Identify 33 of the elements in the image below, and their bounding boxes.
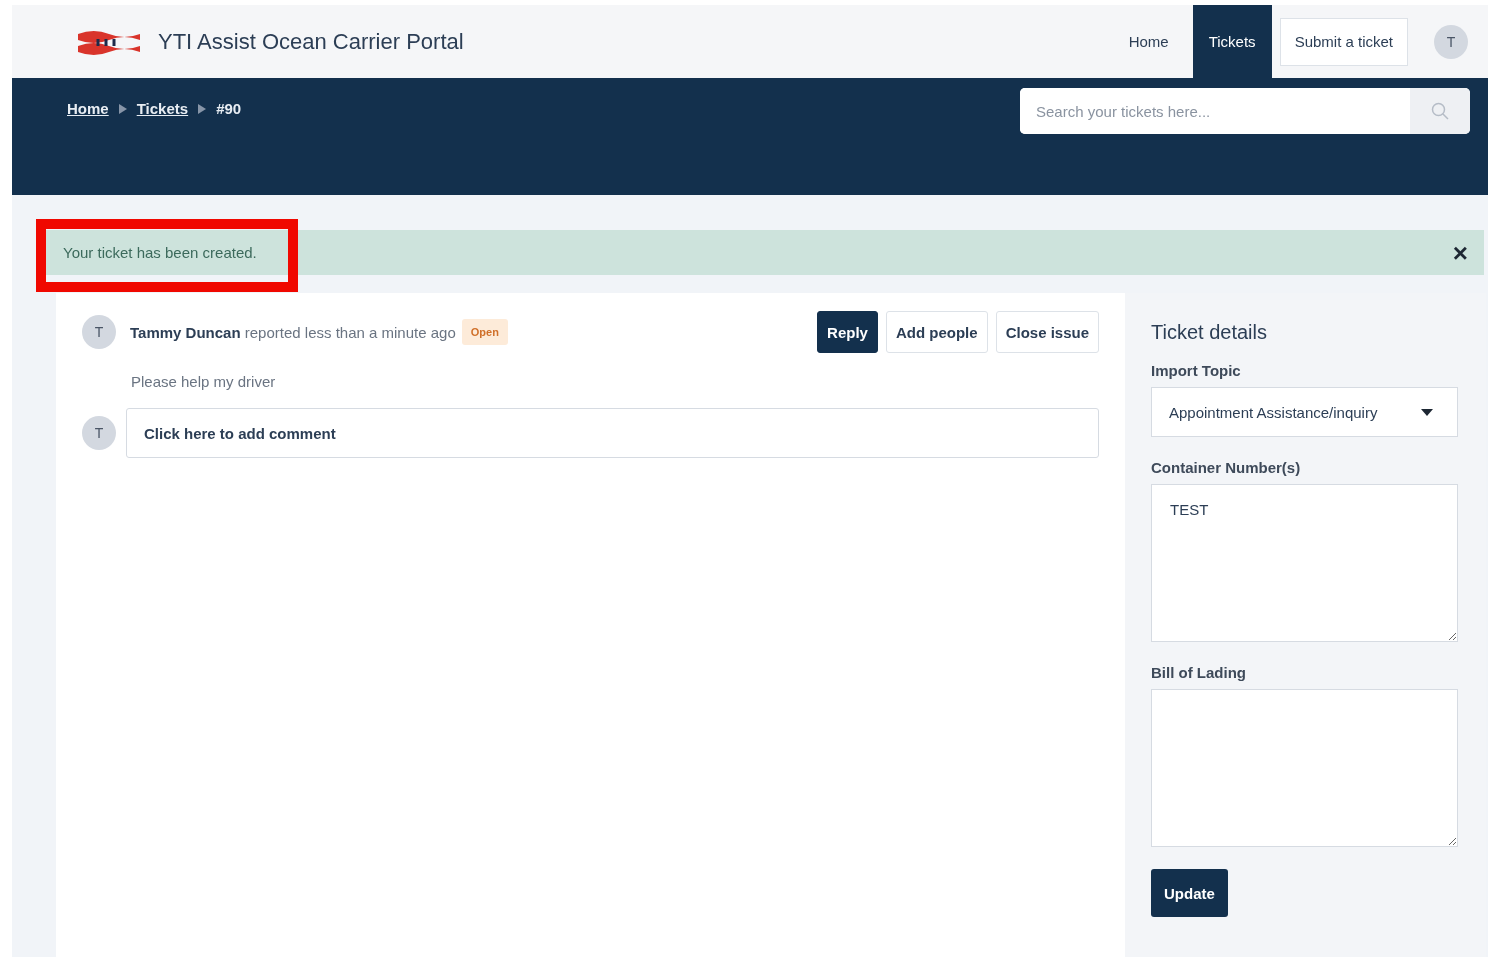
nav-link[interactable]: Tickets — [1192, 5, 1272, 78]
search-field[interactable]: Search your tickets here... — [1020, 88, 1470, 134]
action-button[interactable]: Add people — [885, 311, 988, 353]
chevron-icon — [118, 103, 127, 114]
author-avatar: T — [82, 315, 116, 349]
ticket-description: Please help my driver — [131, 373, 277, 390]
caret-icon — [1421, 408, 1433, 416]
field-label: Container Number(s) — [1151, 459, 1302, 476]
status-badge: Open — [461, 319, 508, 345]
brand-title: YTI Assist Ocean Carrier Portal — [158, 28, 464, 55]
breadcrumb-link[interactable]: Tickets — [136, 100, 189, 117]
current-page-label: #90 — [216, 100, 242, 117]
ticket-meta: Tammy Duncan reported less than a minute ago — [130, 323, 456, 341]
chevron-icon — [198, 103, 207, 114]
comment-field[interactable]: Click here to add comment — [126, 408, 1099, 458]
field-label: Bill of Lading — [1151, 664, 1247, 681]
alert-message: Your ticket has been created. — [63, 244, 257, 261]
action-button[interactable]: Reply — [817, 311, 878, 353]
submit-ticket-button[interactable]: Submit a ticket — [1279, 17, 1408, 66]
text-area[interactable] — [1151, 689, 1458, 847]
panel-title: Ticket details — [1151, 321, 1268, 344]
commenter-avatar: T — [82, 416, 116, 450]
text-area[interactable]: TEST — [1151, 484, 1458, 642]
action-button[interactable]: Close issue — [995, 311, 1099, 353]
update-button[interactable]: Update — [1151, 869, 1228, 917]
topic-select[interactable]: Appointment Assistance/inquiry — [1151, 387, 1458, 437]
field-label: Import Topic — [1151, 362, 1242, 379]
breadcrumb-link[interactable]: Home — [67, 100, 109, 117]
search-button[interactable] — [1410, 88, 1470, 134]
user-avatar[interactable]: T — [1434, 24, 1468, 59]
search-icon — [1431, 102, 1449, 120]
nav-link[interactable]: Home — [1112, 5, 1185, 78]
close-button[interactable]: × — [1452, 239, 1468, 266]
